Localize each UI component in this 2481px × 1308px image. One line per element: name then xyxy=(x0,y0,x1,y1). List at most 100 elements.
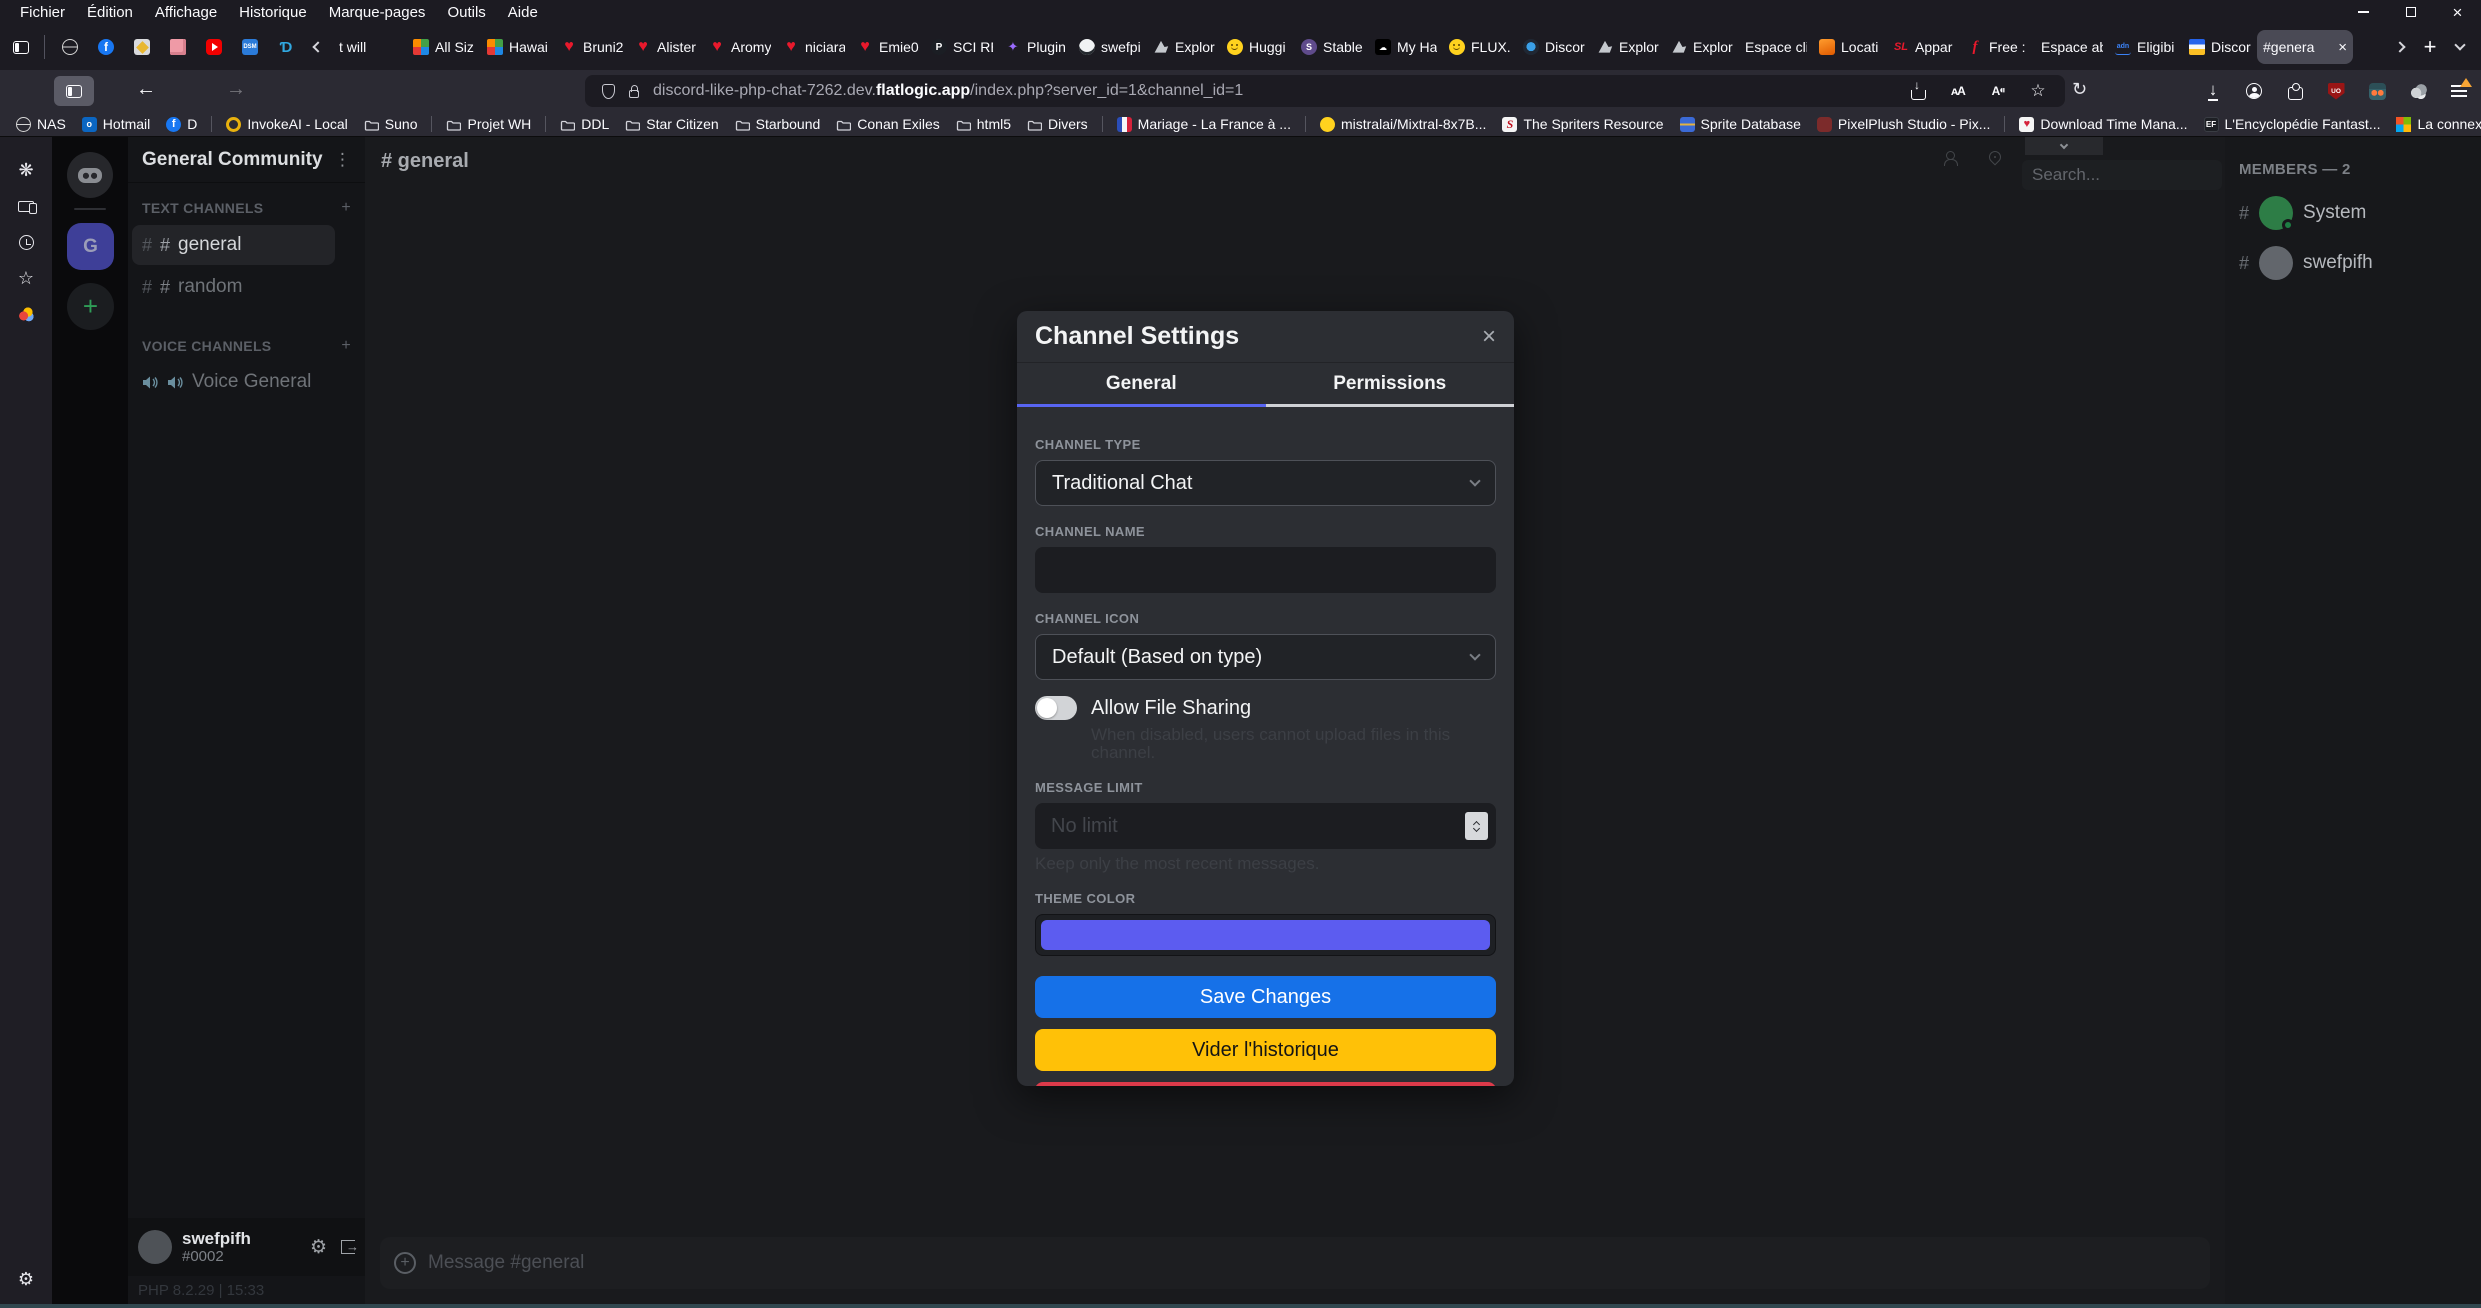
chatgpt-icon[interactable]: ❋ xyxy=(0,155,52,185)
tab[interactable]: SLAppar xyxy=(1887,24,1961,70)
tab[interactable]: ☁My Ha xyxy=(1369,24,1443,70)
tab[interactable]: ♥Bruni2 xyxy=(555,24,629,70)
clear-history-button[interactable]: Vider l'historique xyxy=(1035,1029,1496,1071)
tab-close-icon[interactable]: × xyxy=(2338,39,2347,56)
extensions-puzzle-icon[interactable] xyxy=(2281,77,2309,105)
tab[interactable]: t will xyxy=(333,24,407,70)
new-tab-button[interactable]: + xyxy=(2415,32,2445,62)
bookmark-item[interactable]: NAS xyxy=(10,114,72,134)
pinned-tab-dsm[interactable]: DSM xyxy=(239,36,261,58)
tab[interactable]: ✦Plugin xyxy=(999,24,1073,70)
bookmark-item[interactable]: mistralai/Mixtral-8x7B... xyxy=(1314,114,1492,134)
bookmark-item[interactable]: Divers xyxy=(1021,114,1094,134)
tab[interactable]: ♥Aromy xyxy=(703,24,777,70)
tab[interactable]: Discor xyxy=(1517,24,1591,70)
channel-name-input[interactable] xyxy=(1035,547,1496,593)
extension-avatar-icon[interactable] xyxy=(2363,77,2391,105)
tab-active[interactable]: #genera× xyxy=(2257,30,2353,64)
menu-outils[interactable]: Outils xyxy=(437,2,495,23)
bookmark-star-icon[interactable]: ☆ xyxy=(2025,81,2051,101)
pinned-tab-worm[interactable] xyxy=(167,36,189,58)
tab[interactable]: SStable xyxy=(1295,24,1369,70)
downloads-icon[interactable]: ↓ xyxy=(2199,77,2227,105)
pinned-tab-diamond[interactable] xyxy=(131,36,153,58)
bookmark-item[interactable]: fD xyxy=(160,114,203,134)
menu-affichage[interactable]: Affichage xyxy=(145,2,227,23)
scroll-tabs-right-icon[interactable] xyxy=(2385,32,2415,62)
account-icon[interactable] xyxy=(2240,77,2268,105)
tab[interactable]: Espace abo xyxy=(2035,24,2109,70)
tab[interactable]: Espace clie xyxy=(1739,24,1813,70)
lock-icon[interactable] xyxy=(621,85,647,98)
url-bar[interactable]: discord-like-php-chat-7262.dev.flatlogic… xyxy=(585,75,2065,107)
app-menu-icon[interactable] xyxy=(2445,77,2473,105)
pinned-tab-blued[interactable]: Ɗ xyxy=(275,36,297,58)
shield-icon[interactable] xyxy=(595,84,621,99)
tab[interactable]: Locati xyxy=(1813,24,1887,70)
history-icon[interactable] xyxy=(0,227,52,257)
bookmark-item[interactable]: La connexion Wifi et E... xyxy=(2390,114,2481,134)
bookmark-item[interactable]: PixelPlush Studio - Pix... xyxy=(1811,114,1997,134)
bookmark-item[interactable]: InvokeAI - Local xyxy=(220,114,353,134)
modal-tab-permissions[interactable]: Permissions xyxy=(1266,363,1515,407)
tab[interactable]: Huggi xyxy=(1221,24,1295,70)
tab[interactable]: FLUX. xyxy=(1443,24,1517,70)
tab[interactable]: adnEligibi xyxy=(2109,24,2183,70)
menu-historique[interactable]: Historique xyxy=(229,2,317,23)
tab[interactable]: All Siz xyxy=(407,24,481,70)
menu-marque-pages[interactable]: Marque-pages xyxy=(319,2,436,23)
message-limit-input[interactable]: No limit xyxy=(1035,803,1496,849)
delete-channel-button[interactable]: Delete Channel xyxy=(1035,1082,1496,1086)
sidebar-toggle-button[interactable] xyxy=(54,76,94,106)
modal-tab-general[interactable]: General xyxy=(1017,363,1266,407)
firefox-view-icon[interactable] xyxy=(6,32,36,62)
tab[interactable]: Explor xyxy=(1591,24,1665,70)
save-to-pocket-icon[interactable] xyxy=(1905,81,1931,101)
bookmark-item[interactable]: DDL xyxy=(554,114,615,134)
theme-color-picker[interactable] xyxy=(1035,914,1496,956)
number-spinner[interactable] xyxy=(1465,812,1488,840)
save-changes-button[interactable]: Save Changes xyxy=(1035,976,1496,1018)
scroll-tabs-left-icon[interactable] xyxy=(303,32,333,62)
bookmark-item[interactable]: Conan Exiles xyxy=(830,114,946,134)
translate-icon[interactable]: ᴀA xyxy=(1945,81,1971,101)
bookmarks-star-icon[interactable]: ☆ xyxy=(0,263,52,293)
tab[interactable]: Explor xyxy=(1147,24,1221,70)
reader-translate-icon[interactable]: A⁌ xyxy=(1985,81,2011,101)
reload-button[interactable]: ↻ xyxy=(2072,79,2087,100)
tab[interactable]: ♥Alister xyxy=(629,24,703,70)
bookmark-item[interactable]: Sprite Database xyxy=(1674,114,1807,134)
bookmark-item[interactable]: Starbound xyxy=(729,114,827,134)
colors-icon[interactable] xyxy=(0,299,52,329)
tab[interactable]: Hawai xyxy=(481,24,555,70)
channel-icon-select[interactable]: Default (Based on type) xyxy=(1035,634,1496,680)
bookmark-item[interactable]: Suno xyxy=(358,114,424,134)
tab[interactable]: ♥Emie0 xyxy=(851,24,925,70)
forward-button[interactable]: → xyxy=(226,78,246,101)
bookmark-item[interactable]: ♥Download Time Mana... xyxy=(2013,114,2193,134)
settings-gear-icon[interactable]: ⚙ xyxy=(0,1264,52,1294)
bookmark-item[interactable]: Projet WH xyxy=(440,114,537,134)
pinned-tab-globe[interactable] xyxy=(59,36,81,58)
pinned-tab-facebook[interactable]: f xyxy=(95,36,117,58)
file-sharing-toggle[interactable] xyxy=(1035,696,1077,720)
devices-icon[interactable] xyxy=(0,191,52,221)
menu-aide[interactable]: Aide xyxy=(498,2,548,23)
ublock-origin-icon[interactable]: UO xyxy=(2322,77,2350,105)
menu-fichier[interactable]: Fichier xyxy=(10,2,75,23)
bookmark-item[interactable]: html5 xyxy=(950,114,1017,134)
bookmark-item[interactable]: oHotmail xyxy=(76,114,156,134)
maximize-button[interactable] xyxy=(2387,0,2434,24)
modal-close-icon[interactable]: × xyxy=(1482,323,1496,351)
close-button[interactable]: × xyxy=(2434,0,2481,24)
bookmark-item[interactable]: SThe Spriters Resource xyxy=(1496,114,1669,134)
tab[interactable]: Explor xyxy=(1665,24,1739,70)
tab[interactable]: swefpi xyxy=(1073,24,1147,70)
list-all-tabs-icon[interactable] xyxy=(2445,32,2475,62)
bookmark-item[interactable]: EFL'Encyclopédie Fantast... xyxy=(2198,114,2387,134)
tab[interactable]: Discor xyxy=(2183,24,2257,70)
extension-blob-icon[interactable] xyxy=(2404,77,2432,105)
channel-type-select[interactable]: Traditional Chat xyxy=(1035,460,1496,506)
minimize-button[interactable] xyxy=(2340,0,2387,24)
pinned-tab-youtube[interactable] xyxy=(203,36,225,58)
